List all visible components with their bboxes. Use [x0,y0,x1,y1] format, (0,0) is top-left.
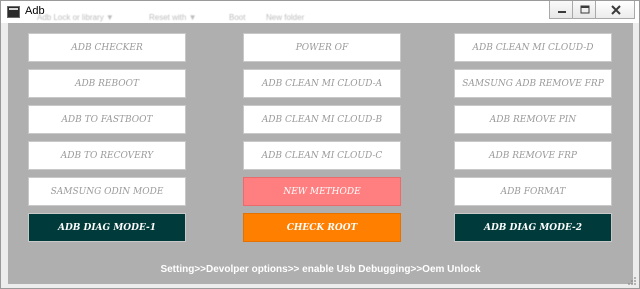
check-root-button[interactable]: CHECK ROOT [243,213,401,242]
minimize-icon [558,11,566,13]
adb-clean-mi-cloud-d-button[interactable]: ADB CLEAN MI CLOUD-D [454,33,612,62]
menu-item-3[interactable]: Boot [229,13,245,22]
app-icon [7,6,20,18]
maximize-button[interactable] [572,1,596,19]
window-controls [549,1,635,21]
adb-format-button[interactable]: ADB FORMAT [454,177,612,206]
power-off-button[interactable]: POWER OF [243,33,401,62]
menu-item-1[interactable]: Adb Lock or library ▼ [37,13,114,22]
menu-item-2[interactable]: Reset with ▼ [149,13,197,22]
adb-checker-button[interactable]: ADB CHECKER [28,33,186,62]
resize-grip-icon[interactable] [628,277,637,286]
maximize-icon [580,5,590,14]
app-window: Adb Adb Lock or library ▼ Reset with ▼ B… [0,0,640,289]
adb-diag-mode-2-button[interactable]: ADB DIAG MODE-2 [454,213,612,242]
instructions-note: Setting>>Devolper options>> enable Usb D… [160,264,481,275]
adb-reboot-button[interactable]: ADB REBOOT [28,69,186,98]
adb-diag-mode-1-button[interactable]: ADB DIAG MODE-1 [28,213,186,242]
client-area: ADB CHECKER ADB REBOOT ADB TO FASTBOOT A… [8,23,633,284]
adb-to-recovery-button[interactable]: ADB TO RECOVERY [28,141,186,170]
samsung-adb-remove-frp-button[interactable]: SAMSUNG ADB REMOVE FRP [454,69,612,98]
adb-remove-pin-button[interactable]: ADB REMOVE PIN [454,105,612,134]
adb-clean-mi-cloud-b-button[interactable]: ADB CLEAN MI CLOUD-B [243,105,401,134]
adb-remove-frp-button[interactable]: ADB REMOVE FRP [454,141,612,170]
close-button[interactable] [595,1,635,19]
close-icon [611,5,621,15]
minimize-button[interactable] [549,1,573,19]
adb-clean-mi-cloud-a-button[interactable]: ADB CLEAN MI CLOUD-A [243,69,401,98]
adb-to-fastboot-button[interactable]: ADB TO FASTBOOT [28,105,186,134]
samsung-odin-mode-button[interactable]: SAMSUNG ODIN MODE [28,177,186,206]
adb-clean-mi-cloud-c-button[interactable]: ADB CLEAN MI CLOUD-C [243,141,401,170]
new-methode-button[interactable]: NEW METHODE [243,177,401,206]
menu-item-4[interactable]: New folder [266,13,304,22]
